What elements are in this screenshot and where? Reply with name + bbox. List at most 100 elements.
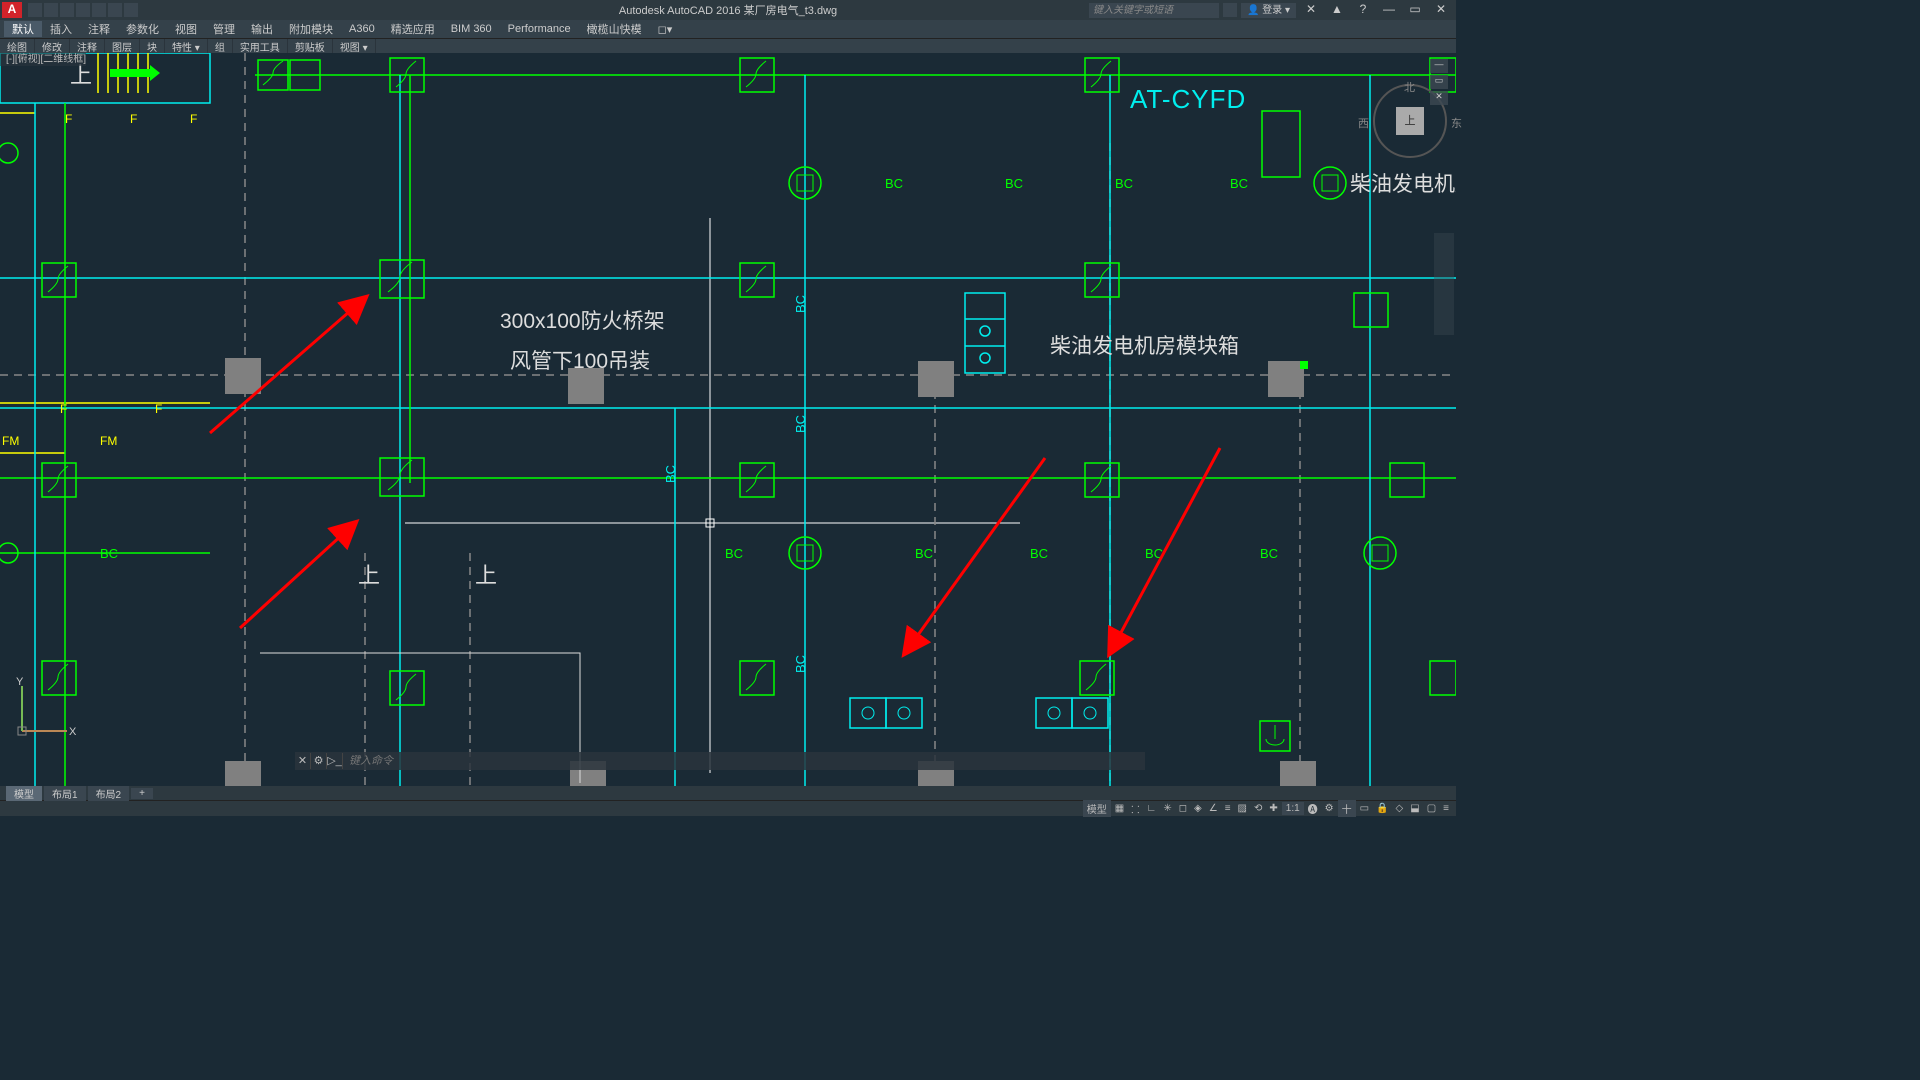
title-bar: A Autodesk AutoCAD 2016 某厂房电气_t3.dwg 键入关… bbox=[0, 0, 1456, 20]
tab-collapse-icon[interactable]: ◻▾ bbox=[650, 23, 681, 36]
window-minimize[interactable]: — bbox=[1378, 2, 1400, 18]
tab-olive[interactable]: 橄榄山快模 bbox=[579, 21, 650, 37]
doc-restore[interactable]: ▭ bbox=[1430, 75, 1448, 89]
a360-icon[interactable]: ▲ bbox=[1326, 2, 1348, 18]
tab-default[interactable]: 默认 bbox=[4, 21, 42, 37]
panel-annotate[interactable]: 注释 bbox=[70, 39, 105, 54]
viewcube-w[interactable]: 西 bbox=[1358, 115, 1369, 131]
window-close[interactable]: ✕ bbox=[1430, 2, 1452, 18]
panel-layers[interactable]: 图层 bbox=[105, 39, 140, 54]
status-clean-icon[interactable]: ▢ bbox=[1424, 803, 1439, 814]
svg-text:风管下100吊装: 风管下100吊装 bbox=[510, 350, 650, 373]
qat-redo[interactable] bbox=[124, 3, 138, 17]
viewport-label[interactable]: [-][俯视][二维线框] bbox=[0, 53, 86, 66]
tab-a360[interactable]: A360 bbox=[341, 23, 383, 35]
viewcube-e[interactable]: 东 bbox=[1451, 115, 1462, 131]
qat-open[interactable] bbox=[44, 3, 58, 17]
status-polar-icon[interactable]: ✳ bbox=[1160, 803, 1174, 814]
tab-add-layout[interactable]: + bbox=[131, 788, 153, 799]
svg-text:BC: BC bbox=[100, 546, 118, 561]
tab-featured[interactable]: 精选应用 bbox=[383, 21, 443, 37]
panel-groups[interactable]: 组 bbox=[208, 39, 233, 54]
status-iso-icon[interactable]: ◇ bbox=[1393, 803, 1407, 814]
status-units[interactable]: 十 bbox=[1338, 800, 1356, 817]
tab-output[interactable]: 输出 bbox=[243, 21, 281, 37]
svg-text:BC: BC bbox=[1030, 546, 1048, 561]
signin-button[interactable]: 👤 登录 ▾ bbox=[1241, 3, 1296, 18]
tab-annotate[interactable]: 注释 bbox=[80, 21, 118, 37]
status-model[interactable]: 模型 bbox=[1083, 800, 1111, 817]
tab-bim360[interactable]: BIM 360 bbox=[443, 23, 500, 35]
status-lock-icon[interactable]: 🔒 bbox=[1373, 803, 1391, 814]
tab-insert[interactable]: 插入 bbox=[42, 21, 80, 37]
search-icon[interactable] bbox=[1223, 3, 1237, 17]
cmd-close-icon[interactable]: ✕ bbox=[295, 753, 311, 769]
status-snap-icon[interactable]: ⸬ bbox=[1128, 802, 1142, 816]
status-cycling-icon[interactable]: ⟲ bbox=[1251, 803, 1265, 814]
status-otrack-icon[interactable]: ∠ bbox=[1206, 803, 1221, 814]
status-lwt-icon[interactable]: ≡ bbox=[1222, 803, 1234, 814]
command-input[interactable] bbox=[343, 755, 1145, 767]
help-search[interactable]: 键入关键字或短语 bbox=[1089, 3, 1219, 18]
command-line[interactable]: ✕ ⚙ ▷_ bbox=[295, 752, 1145, 770]
status-3dosnap-icon[interactable]: ◈ bbox=[1191, 803, 1205, 814]
svg-text:F: F bbox=[190, 112, 197, 126]
doc-close[interactable]: ✕ bbox=[1430, 91, 1448, 105]
svg-text:Y: Y bbox=[16, 676, 24, 688]
svg-text:F: F bbox=[130, 112, 137, 126]
status-custom-icon[interactable]: ≡ bbox=[1440, 803, 1452, 814]
doc-minimize[interactable]: — bbox=[1430, 59, 1448, 73]
status-ws-icon[interactable]: ⚙ bbox=[1322, 803, 1337, 814]
panel-clipboard[interactable]: 剪贴板 bbox=[288, 39, 333, 54]
quick-access-toolbar bbox=[28, 3, 138, 17]
cmd-options-icon[interactable]: ⚙ bbox=[311, 753, 327, 769]
status-annomon-icon[interactable]: ✚ bbox=[1266, 803, 1280, 814]
nav-orbit[interactable] bbox=[1434, 295, 1454, 313]
status-hw-icon[interactable]: ⬓ bbox=[1407, 803, 1422, 814]
panel-modify[interactable]: 修改 bbox=[35, 39, 70, 54]
qat-plot[interactable] bbox=[92, 3, 106, 17]
panel-block[interactable]: 块 bbox=[140, 39, 165, 54]
qat-new[interactable] bbox=[28, 3, 42, 17]
tab-model[interactable]: 模型 bbox=[6, 786, 42, 801]
status-annoscale-icon[interactable]: 🅐 bbox=[1305, 801, 1321, 816]
tab-performance[interactable]: Performance bbox=[500, 23, 579, 35]
status-osnap-icon[interactable]: ◻ bbox=[1176, 803, 1190, 814]
nav-zoom[interactable] bbox=[1434, 275, 1454, 293]
ribbon-panels: 绘图 修改 注释 图层 块 特性 ▾ 组 实用工具 剪贴板 视图 ▾ bbox=[0, 38, 1456, 53]
tab-layout2[interactable]: 布局2 bbox=[88, 786, 130, 801]
tab-addins[interactable]: 附加模块 bbox=[281, 21, 341, 37]
app-logo[interactable]: A bbox=[2, 2, 22, 18]
tab-layout1[interactable]: 布局1 bbox=[44, 786, 86, 801]
tab-parametric[interactable]: 参数化 bbox=[118, 21, 167, 37]
nav-wheel[interactable] bbox=[1434, 235, 1454, 253]
viewcube-n[interactable]: 北 bbox=[1404, 79, 1415, 95]
nav-pan[interactable] bbox=[1434, 255, 1454, 273]
qat-save[interactable] bbox=[60, 3, 74, 17]
svg-text:BC: BC bbox=[1005, 176, 1023, 191]
status-grid-icon[interactable]: ▦ bbox=[1112, 803, 1127, 814]
viewcube-top[interactable]: 上 bbox=[1396, 107, 1424, 135]
drawing-area[interactable]: 上 bbox=[0, 53, 1456, 786]
status-qp-icon[interactable]: ▭ bbox=[1357, 803, 1372, 814]
panel-properties[interactable]: 特性 ▾ bbox=[165, 39, 208, 54]
exchange-icon[interactable]: ✕ bbox=[1300, 2, 1322, 18]
qat-saveas[interactable] bbox=[76, 3, 90, 17]
status-ortho-icon[interactable]: ∟ bbox=[1144, 803, 1160, 814]
svg-text:BC: BC bbox=[1260, 546, 1278, 561]
help-icon[interactable]: ? bbox=[1352, 2, 1374, 18]
panel-utilities[interactable]: 实用工具 bbox=[233, 39, 288, 54]
nav-showmotion[interactable] bbox=[1434, 315, 1454, 333]
svg-text:BC: BC bbox=[663, 465, 678, 483]
tab-manage[interactable]: 管理 bbox=[205, 21, 243, 37]
tab-view[interactable]: 视图 bbox=[167, 21, 205, 37]
panel-draw[interactable]: 绘图 bbox=[0, 39, 35, 54]
status-transparency-icon[interactable]: ▨ bbox=[1235, 803, 1250, 814]
window-restore[interactable]: ▭ bbox=[1404, 2, 1426, 18]
svg-text:FM: FM bbox=[100, 434, 117, 448]
panel-view[interactable]: 视图 ▾ bbox=[333, 39, 376, 54]
qat-undo[interactable] bbox=[108, 3, 122, 17]
ucs-icon[interactable]: X Y bbox=[12, 681, 72, 746]
status-scale[interactable]: 1:1 bbox=[1282, 802, 1304, 815]
svg-text:BC: BC bbox=[1230, 176, 1248, 191]
